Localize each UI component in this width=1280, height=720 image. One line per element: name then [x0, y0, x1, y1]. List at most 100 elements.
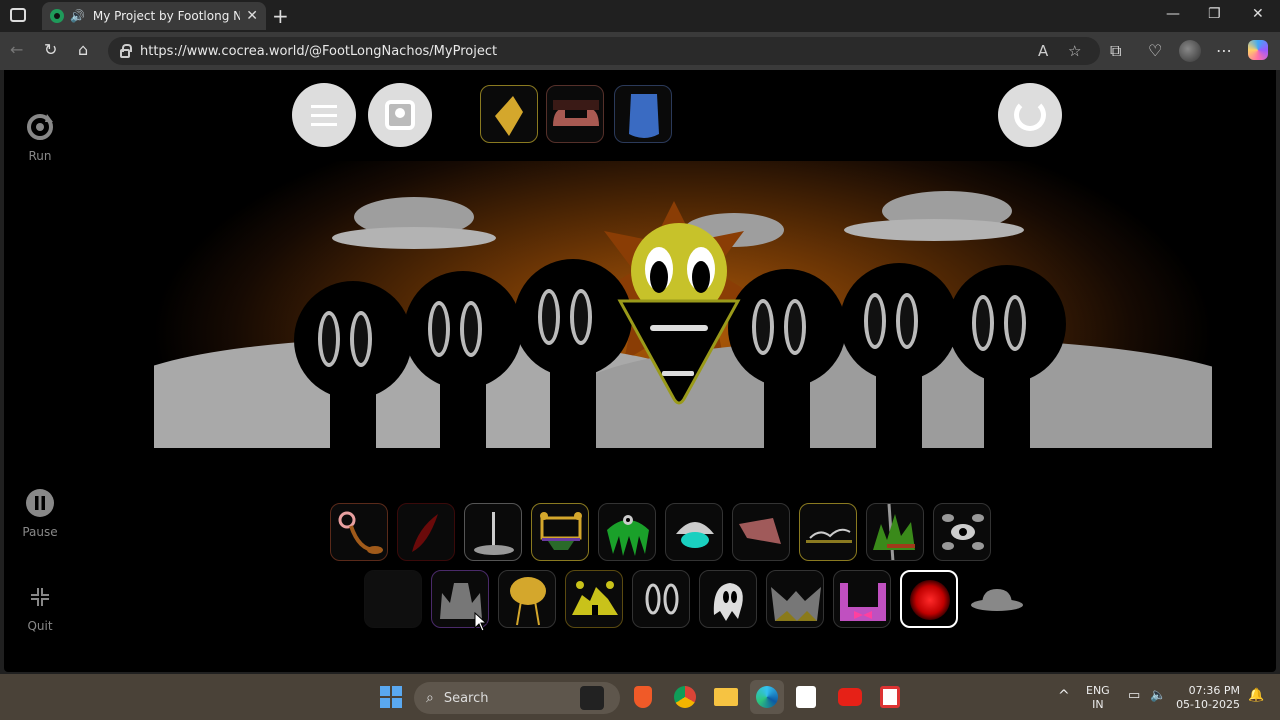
lock-icon[interactable]: [120, 43, 132, 58]
sound-slot-spiky-helmet[interactable]: [766, 570, 824, 628]
run-icon: [27, 114, 53, 140]
pause-button[interactable]: Pause: [4, 488, 76, 539]
sound-slot-eye-cluster[interactable]: [933, 503, 991, 561]
sound-slot-red-block[interactable]: [732, 503, 790, 561]
language-label: ENG: [1086, 684, 1110, 697]
favorite-star-icon[interactable]: ☆: [1068, 42, 1081, 60]
network-icon[interactable]: ▭: [1128, 688, 1140, 703]
taskbar-search[interactable]: ⌕ Search: [414, 682, 620, 714]
thin-lines-icon: [806, 528, 852, 543]
notification-icon[interactable]: 🔔: [1248, 688, 1264, 703]
pink-bow-icon: [840, 583, 886, 621]
minimize-button[interactable]: —: [1166, 6, 1180, 22]
eye-cluster-icon: [942, 514, 984, 550]
new-tab-button[interactable]: +: [272, 4, 289, 28]
close-tab-button[interactable]: ✕: [246, 8, 258, 24]
red-claw-icon: [412, 514, 438, 552]
spiky-helmet-icon: [771, 587, 821, 621]
edge-taskbar-item[interactable]: [750, 680, 784, 714]
home-icon[interactable]: ⌂: [78, 40, 88, 59]
chevron-up-icon[interactable]: ^: [1058, 688, 1070, 704]
edge-icon: [756, 686, 778, 708]
menu-line: [311, 122, 337, 126]
sound-slot-dark-square[interactable]: [364, 570, 422, 628]
sound-slot-yellow-frame[interactable]: [531, 503, 589, 561]
reset-button[interactable]: [998, 83, 1062, 147]
refresh-icon[interactable]: ↻: [44, 40, 57, 59]
more-options-icon[interactable]: ⋯: [1216, 41, 1232, 60]
sound-slot-yellow-tent[interactable]: [565, 570, 623, 628]
game-area: Run Pause Quit: [4, 70, 1276, 672]
sound-slot-thin-lines[interactable]: [799, 503, 857, 561]
shrink-icon: [27, 584, 53, 610]
sound-slot-pink-bow[interactable]: [833, 570, 891, 628]
stand-icon: [474, 512, 514, 555]
red-block-icon: [739, 518, 781, 544]
read-aloud-icon[interactable]: A: [1038, 42, 1048, 60]
character-icon: [385, 100, 415, 130]
sun-character-icon: [617, 223, 741, 405]
gray-hat-icon: [971, 589, 1023, 611]
red-core-icon: [910, 580, 950, 620]
brave-browser-icon[interactable]: [634, 686, 652, 708]
back-arrow-icon[interactable]: ←: [10, 40, 23, 59]
sound-slot-green-spike[interactable]: [866, 503, 924, 561]
snipping-tool-icon[interactable]: [880, 686, 900, 708]
maximize-button[interactable]: ❐: [1208, 6, 1221, 22]
profile-avatar[interactable]: [1179, 40, 1201, 62]
sound-slot-green-jellyfish[interactable]: [598, 503, 656, 561]
close-window-button[interactable]: ✕: [1252, 6, 1264, 22]
youtube-icon[interactable]: [838, 688, 862, 706]
volume-icon[interactable]: 🔈: [1150, 688, 1166, 703]
quit-button[interactable]: Quit: [4, 582, 76, 633]
yellow-tree-icon: [510, 577, 546, 626]
character-button[interactable]: [368, 83, 432, 147]
top-slot-red-figures[interactable]: [546, 85, 604, 143]
clock[interactable]: 07:36 PM 05-10-2025: [1176, 684, 1240, 712]
sound-slot-stand[interactable]: [464, 503, 522, 561]
yellow-frame-icon: [540, 512, 582, 550]
pause-icon: [26, 489, 54, 517]
mouse-cursor-icon: [474, 612, 488, 632]
sound-slot-red-core-selected[interactable]: [900, 570, 958, 628]
top-slot-gold-diamond[interactable]: [480, 85, 538, 143]
solitaire-icon[interactable]: [796, 686, 816, 708]
menu-button[interactable]: [292, 83, 356, 147]
sound-slot-white-eyes[interactable]: [632, 570, 690, 628]
yellow-tent-icon: [572, 581, 618, 615]
search-icon: ⌕: [426, 690, 434, 706]
reset-icon: [1014, 99, 1046, 131]
quit-label: Quit: [27, 619, 53, 633]
blue-shield-icon: [629, 94, 659, 138]
chrome-icon[interactable]: [674, 686, 696, 708]
file-explorer-icon[interactable]: [714, 688, 738, 706]
tab-actions-icon[interactable]: [10, 8, 26, 22]
tab-title: My Project by Footlong Nachos: [92, 9, 241, 23]
favorites-icon[interactable]: ♡: [1148, 41, 1162, 60]
hook-icon: [338, 511, 383, 554]
speaker-icon[interactable]: 🔊: [70, 9, 85, 23]
date-label: 05-10-2025: [1176, 698, 1240, 711]
red-figures-icon: [553, 100, 599, 126]
sound-slot-red-claw[interactable]: [397, 503, 455, 561]
sound-slot-ghost[interactable]: [699, 570, 757, 628]
green-spike-icon: [873, 504, 915, 560]
copilot-icon[interactable]: [1248, 40, 1268, 60]
windows-start-icon[interactable]: [380, 686, 402, 708]
site-favicon-icon: [50, 9, 64, 23]
region-label: IN: [1092, 698, 1104, 711]
sound-slot-hook[interactable]: [330, 503, 388, 561]
sound-slot-cyan-dome[interactable]: [665, 503, 723, 561]
ghost-icon: [713, 583, 743, 621]
run-button[interactable]: Run: [4, 112, 76, 163]
gold-diamond-icon: [495, 96, 523, 136]
sound-slot-yellow-tree[interactable]: [498, 570, 556, 628]
sound-slot-gray-hat[interactable]: [967, 570, 1025, 628]
language-indicator[interactable]: ENG IN: [1086, 684, 1110, 712]
browser-titlebar: 🔊 My Project by Footlong Nachos ✕ + — ❐ …: [0, 0, 1280, 32]
browser-tab[interactable]: 🔊 My Project by Footlong Nachos ✕: [42, 2, 266, 30]
address-bar[interactable]: https://www.cocrea.world/@FootLongNachos…: [108, 37, 1100, 65]
extensions-icon[interactable]: ⧉: [1110, 41, 1121, 61]
cloud: [332, 227, 496, 249]
top-slot-blue-shield[interactable]: [614, 85, 672, 143]
